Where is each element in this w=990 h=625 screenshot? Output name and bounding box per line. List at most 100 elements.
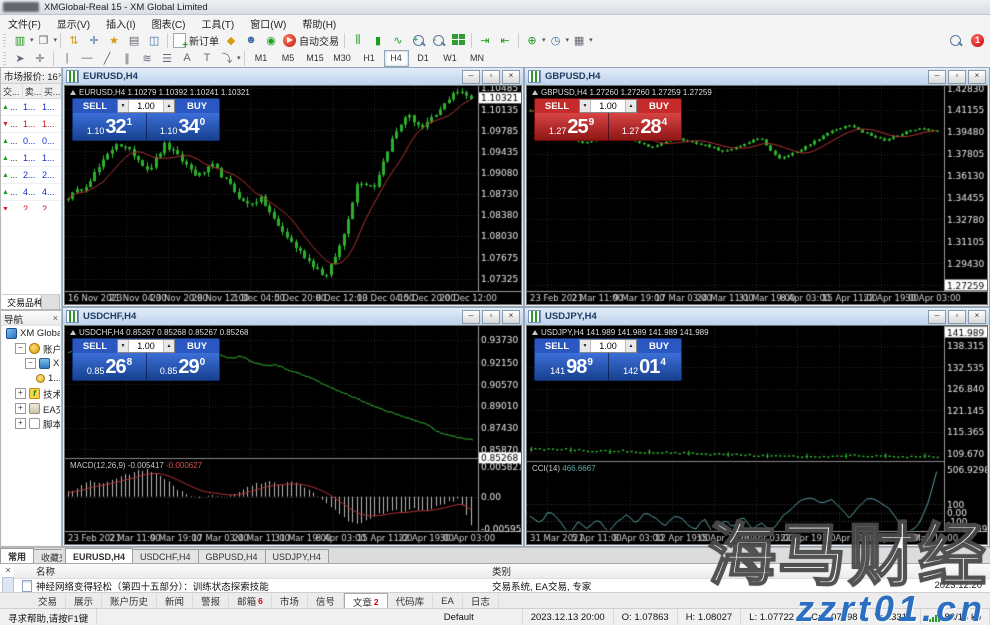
auto-trading-button[interactable]: 自动交易 [283, 33, 339, 48]
close-icon[interactable]: × [3, 565, 13, 575]
tree-expander-icon[interactable]: + [15, 388, 26, 399]
metaeditor-icon[interactable]: ◆ [222, 32, 240, 48]
buy-price[interactable]: 0.85290 [146, 353, 219, 380]
sell-button[interactable]: SELL [73, 339, 117, 353]
terminal-tab-1[interactable]: 交易 [30, 594, 66, 608]
zoom-in-icon[interactable]: + [409, 32, 427, 48]
volume-increase-button[interactable]: ▲ [163, 100, 174, 112]
buy-button[interactable]: BUY [175, 339, 219, 353]
trendline-tool-icon[interactable]: ╱ [98, 50, 116, 66]
market-watch-row[interactable]: ▼...1...1... [1, 116, 61, 133]
toolbar-grip[interactable] [3, 34, 6, 47]
volume-decrease-button[interactable]: ▼ [118, 340, 129, 352]
terminal-tab-5[interactable]: 警报 [193, 594, 229, 608]
volume-value[interactable]: 1.00 [129, 100, 163, 112]
chart-window-usdchf[interactable]: USDCHF,H4 – ▫ × USDCHF,H4 0.85267 0.8526… [62, 307, 524, 547]
chart-window-eurusd[interactable]: EURUSD,H4 – ▫ × EURUSD,H4 1.10279 1.1039… [62, 67, 524, 307]
tab-common[interactable]: 常用 [0, 548, 34, 564]
buy-price[interactable]: 1.27284 [608, 113, 681, 140]
tile-windows-icon[interactable] [449, 32, 467, 48]
terminal-tab-3[interactable]: 账户历史 [102, 594, 157, 608]
tree-expander-icon[interactable]: + [15, 418, 26, 429]
bar-chart-type-icon[interactable]: ⫼ [349, 32, 367, 48]
terminal-tab-7[interactable]: 市场 [272, 594, 308, 608]
tab-favorites[interactable]: 收藏夹 [33, 549, 62, 564]
minimize-icon[interactable]: – [462, 310, 480, 324]
search-icon[interactable] [946, 32, 964, 48]
terminal-tab-9[interactable]: 文章2 [344, 593, 388, 609]
chevron-down-icon[interactable]: ▾ [237, 54, 241, 62]
navigator-toggle-icon[interactable]: ★ [105, 32, 123, 48]
navigator-item-login[interactable]: 1... [2, 371, 60, 386]
tab-tick-chart-stub[interactable] [42, 295, 60, 309]
sell-price[interactable]: 1.10321 [73, 113, 146, 140]
menu-insert[interactable]: 插入(I) [98, 16, 143, 31]
chart-tab-usdjpy[interactable]: USDJPY,H4 [265, 549, 329, 564]
menu-help[interactable]: 帮助(H) [294, 16, 344, 31]
candlestick-chart-type-icon[interactable]: ▮ [369, 32, 387, 48]
restore-icon[interactable]: ▫ [948, 70, 966, 84]
chevron-down-icon[interactable]: ▾ [542, 36, 546, 44]
crosshair-tool-icon[interactable]: ✛ [31, 50, 49, 66]
terminal-tab-12[interactable]: 日志 [463, 594, 499, 608]
terminal-tab-6[interactable]: 邮箱6 [229, 594, 272, 608]
buy-button[interactable]: BUY [175, 99, 219, 113]
tree-expander-icon[interactable]: − [25, 358, 36, 369]
restore-icon[interactable]: ▫ [948, 310, 966, 324]
arrows-tool-icon[interactable]: ⤵ [218, 50, 236, 66]
minimize-icon[interactable]: – [462, 70, 480, 84]
category-column-header[interactable]: 类别 [492, 564, 511, 578]
chart-shift-icon[interactable]: ⇤ [496, 32, 514, 48]
toolbar-grip[interactable] [3, 52, 6, 65]
minimize-icon[interactable]: – [928, 70, 946, 84]
menu-tools[interactable]: 工具(T) [193, 16, 242, 31]
timeframe-w1[interactable]: W1 [438, 50, 463, 67]
market-watch-toggle-icon[interactable]: ⇅ [65, 32, 83, 48]
timeframe-mn[interactable]: MN [465, 50, 490, 67]
market-watch-row[interactable]: ▲...1...1... [1, 99, 61, 116]
sell-price[interactable]: 141989 [535, 353, 608, 380]
sell-button[interactable]: SELL [535, 339, 579, 353]
ask-column-header[interactable]: 买... [42, 84, 61, 98]
close-icon[interactable]: × [968, 70, 986, 84]
volume-decrease-button[interactable]: ▼ [118, 100, 129, 112]
timeframe-m1[interactable]: M1 [249, 50, 274, 67]
chart-window-titlebar[interactable]: EURUSD,H4 – ▫ × [63, 68, 523, 85]
navigator-item-experts[interactable]: +EA交易 [2, 401, 60, 416]
indicators-icon[interactable]: ⊕ [523, 32, 541, 48]
chevron-down-icon[interactable]: ▾ [589, 36, 593, 44]
timeframe-h1[interactable]: H1 [357, 50, 382, 67]
volume-increase-button[interactable]: ▲ [625, 340, 636, 352]
terminal-tab-2[interactable]: 展示 [66, 594, 102, 608]
navigator-item-scripts[interactable]: +脚本 [2, 416, 60, 431]
fibonacci-tool-icon[interactable]: ≋ [138, 50, 156, 66]
tab-symbols[interactable]: 交易品种 [2, 295, 42, 309]
terminal-tab-8[interactable]: 信号 [308, 594, 344, 608]
auto-scroll-icon[interactable]: ⇥ [476, 32, 494, 48]
tree-expander-icon[interactable]: + [15, 403, 26, 414]
profiles-icon[interactable]: ❐ [35, 32, 53, 48]
restore-icon[interactable]: ▫ [482, 70, 500, 84]
symbol-column-header[interactable]: 交... [1, 84, 23, 98]
new-order-button[interactable]: 新订单 [173, 33, 219, 48]
data-window-icon[interactable]: ✛ [85, 32, 103, 48]
timeframe-m15[interactable]: M15 [303, 50, 328, 67]
close-icon[interactable]: × [502, 310, 520, 324]
market-watch-row[interactable]: ▲...1...1... [1, 150, 61, 167]
window-titlebar[interactable]: XMGlobal-Real 15 - XM Global Limited [0, 0, 990, 15]
text-label-tool-icon[interactable]: T [198, 50, 216, 66]
periods-icon[interactable]: ◷ [547, 32, 565, 48]
notification-badge[interactable]: 1 [971, 34, 984, 47]
menu-charts[interactable]: 图表(C) [144, 16, 194, 31]
community-icon[interactable]: ☻ [242, 32, 260, 48]
navigator-item-chart[interactable]: XM Global [2, 326, 60, 341]
chart-window-titlebar[interactable]: USDJPY,H4 – ▫ × [525, 308, 989, 325]
zoom-out-icon[interactable]: - [429, 32, 447, 48]
sell-price[interactable]: 1.27259 [535, 113, 608, 140]
market-watch-row[interactable]: ▲...4...4... [1, 184, 61, 201]
navigator-item-accounts[interactable]: −账户 [2, 341, 60, 356]
menu-file[interactable]: 文件(F) [0, 16, 49, 31]
buy-price[interactable]: 142014 [608, 353, 681, 380]
volume-decrease-button[interactable]: ▼ [580, 100, 591, 112]
strategy-tester-icon[interactable]: ◫ [145, 32, 163, 48]
